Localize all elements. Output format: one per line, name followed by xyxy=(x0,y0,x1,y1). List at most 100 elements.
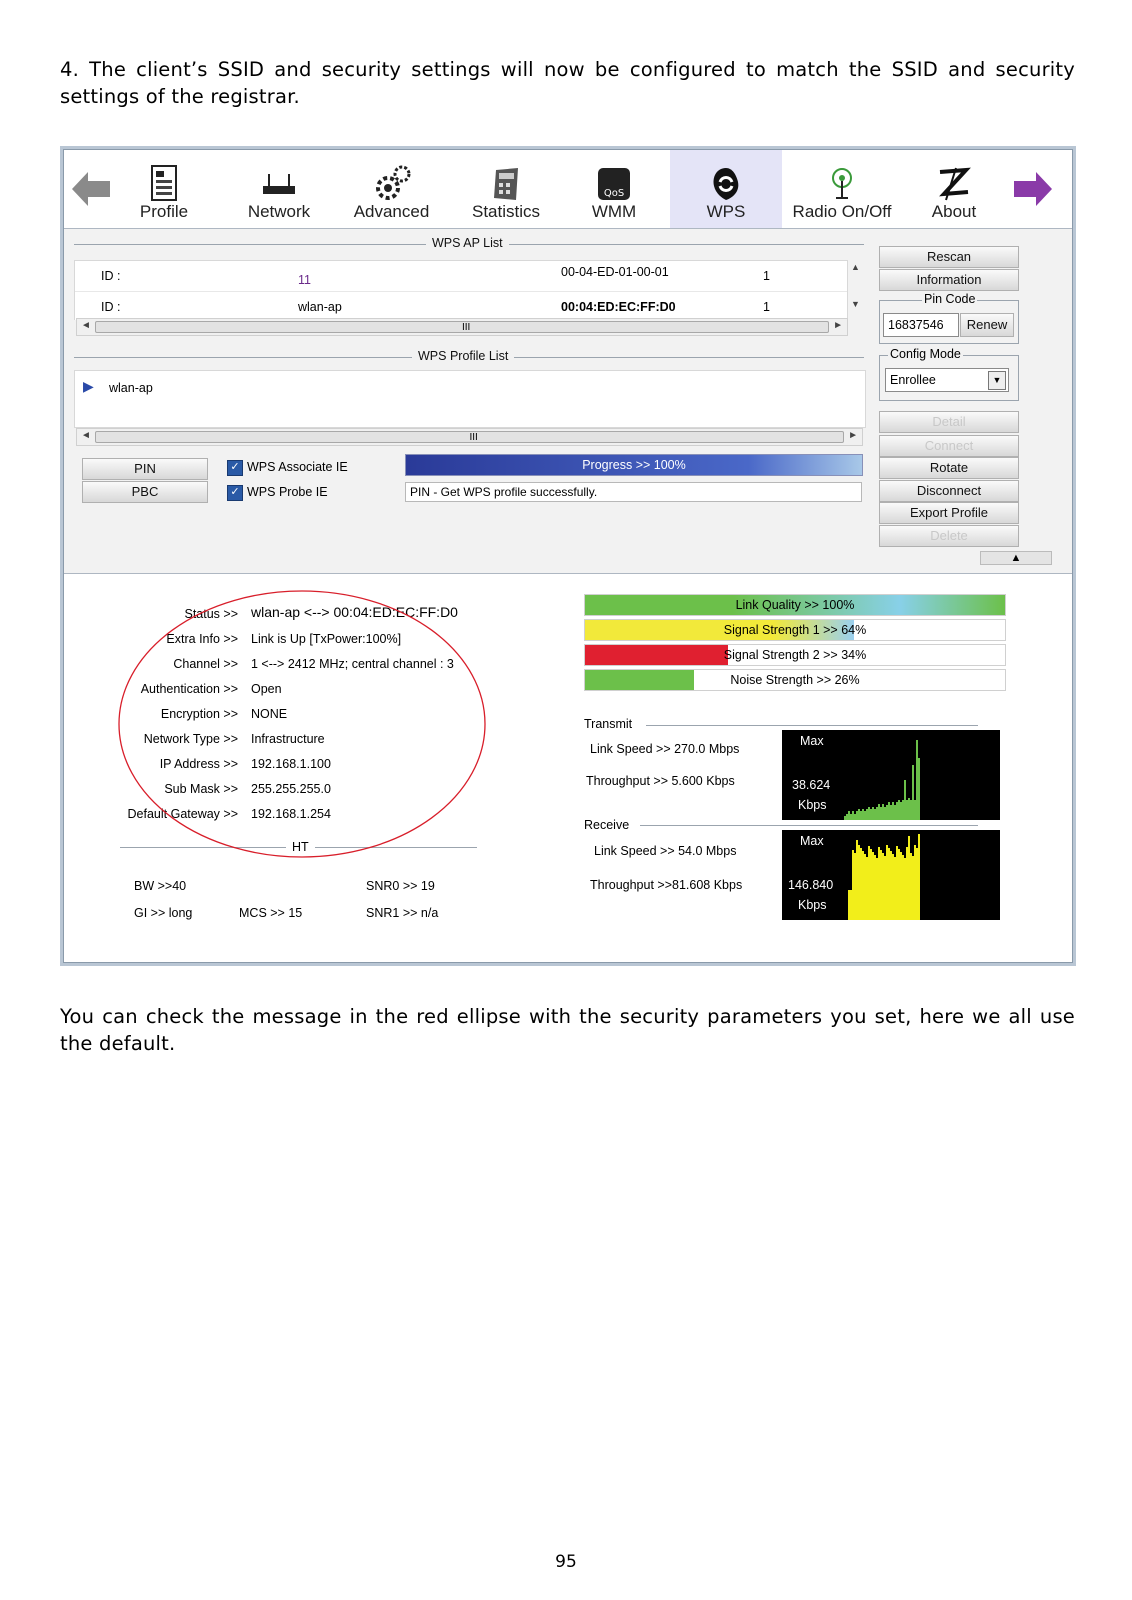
export-profile-button[interactable]: Export Profile xyxy=(879,502,1019,524)
tx-graph-bar xyxy=(892,802,894,820)
link-quality-bar: Link Quality >> 100% xyxy=(584,594,1006,616)
detail-button[interactable]: Detail xyxy=(879,411,1019,433)
rx-graph-bar xyxy=(896,846,898,920)
tab-radio[interactable]: Radio On/Off xyxy=(782,150,902,228)
list-item[interactable]: wlan-ap xyxy=(109,381,153,395)
collapse-arrow-icon[interactable]: ▲ xyxy=(980,551,1052,565)
information-button[interactable]: Information xyxy=(879,269,1019,291)
rx-graph-bar xyxy=(892,854,894,920)
about-logo-icon xyxy=(939,167,971,201)
signal-strength-1-bar: Signal Strength 1 >> 64% xyxy=(584,619,1006,641)
tx-graph-bar xyxy=(872,807,874,820)
tx-graph-bar xyxy=(850,814,852,820)
transmit-title: Transmit xyxy=(584,717,633,731)
rx-graph-bar xyxy=(906,847,908,920)
tab-statistics[interactable]: Statistics xyxy=(456,150,556,228)
scroll-up-icon[interactable]: ▲ xyxy=(851,262,860,272)
qos-icon: QoS xyxy=(598,168,630,200)
router-icon xyxy=(263,174,295,194)
rx-graph-bar xyxy=(858,845,860,920)
tab-about-label: About xyxy=(931,202,977,221)
rx-graph-bar xyxy=(872,852,874,920)
forward-arrow-icon[interactable] xyxy=(1008,164,1054,214)
rx-graph-bar xyxy=(902,855,904,920)
tx-graph-bar xyxy=(858,809,860,820)
rx-graph-bar xyxy=(866,857,868,920)
tab-statistics-label: Statistics xyxy=(471,202,541,221)
rescan-button[interactable]: Rescan xyxy=(879,246,1019,268)
connect-button[interactable]: Connect xyxy=(879,435,1019,457)
tx-graph-bar xyxy=(856,811,858,820)
wps-panel: WPS AP List ID : 11 00-04-ED-01-00-01 1 … xyxy=(64,229,1072,574)
receive-title: Receive xyxy=(584,818,630,832)
renew-button[interactable]: Renew xyxy=(960,313,1014,337)
tab-radio-label: Radio On/Off xyxy=(792,202,892,221)
tx-graph-bar xyxy=(898,800,900,820)
tx-graph-bar xyxy=(914,800,916,820)
probe-ie-checkbox[interactable]: ✓ xyxy=(227,485,243,501)
tab-wps-label: WPS xyxy=(706,202,746,221)
snr1-value: SNR1 >> n/a xyxy=(366,906,439,920)
tab-about[interactable]: About xyxy=(914,150,994,228)
config-mode-select[interactable]: Enrollee ▼ xyxy=(885,368,1009,392)
calculator-icon xyxy=(494,168,518,200)
wps-status-message: PIN - Get WPS profile successfully. xyxy=(405,482,862,502)
rotate-button[interactable]: Rotate xyxy=(879,457,1019,479)
tab-profile[interactable]: Profile xyxy=(124,150,204,228)
tx-graph-bar xyxy=(860,811,862,820)
tx-graph-bar xyxy=(912,765,914,820)
ap-list-title: WPS AP List xyxy=(426,236,509,250)
wireless-utility-window: Profile Network Advanced Statistics QoS … xyxy=(63,149,1073,963)
associate-ie-checkbox[interactable]: ✓ xyxy=(227,460,243,476)
rx-graph-bar xyxy=(888,848,890,920)
rx-graph-bar xyxy=(882,853,884,920)
tx-graph-bar xyxy=(896,802,898,820)
pin-code-group: Pin Code 16837546 Renew xyxy=(879,292,1019,344)
disconnect-button[interactable]: Disconnect xyxy=(879,480,1019,502)
delete-button[interactable]: Delete xyxy=(879,525,1019,547)
tx-graph-bar xyxy=(910,800,912,820)
ap-list: ID : 11 00-04-ED-01-00-01 1 ID : wlan-ap… xyxy=(74,260,848,320)
tx-graph-bar xyxy=(888,802,890,820)
tab-wmm[interactable]: QoS WMM xyxy=(574,150,654,228)
tx-graph-bar xyxy=(876,807,878,820)
bw-value: BW >>40 xyxy=(134,879,187,893)
table-row[interactable]: ID : wlan-ap 00:04:ED:EC:FF:D0 1 xyxy=(75,291,847,320)
rx-graph-bar xyxy=(910,853,912,920)
associate-ie-label: WPS Associate IE xyxy=(247,460,348,474)
table-row[interactable]: ID : 11 00-04-ED-01-00-01 1 xyxy=(75,261,847,289)
tab-wps[interactable]: WPS xyxy=(670,150,782,228)
tab-advanced[interactable]: Advanced xyxy=(344,150,439,228)
tx-graph-bar xyxy=(844,816,846,820)
rx-graph-bar xyxy=(904,858,906,920)
rx-graph-bar xyxy=(854,853,856,920)
red-ellipse-annotation xyxy=(118,590,486,858)
scroll-down-icon[interactable]: ▼ xyxy=(851,299,860,309)
config-mode-group: Config Mode Enrollee ▼ xyxy=(879,347,1019,401)
rx-graph-bar xyxy=(884,856,886,920)
mcs-value: MCS >> 15 xyxy=(239,906,303,920)
svg-text:QoS: QoS xyxy=(604,188,624,199)
tx-graph-bar xyxy=(906,800,908,820)
rx-link-speed: Link Speed >> 54.0 Mbps xyxy=(594,844,737,858)
tx-throughput: Throughput >> 5.600 Kbps xyxy=(586,774,735,788)
tab-network[interactable]: Network xyxy=(234,150,324,228)
tx-graph-bar xyxy=(890,805,892,820)
tx-graph-bar xyxy=(882,804,884,820)
tx-graph-bar xyxy=(848,811,850,820)
snr0-value: SNR0 >> 19 xyxy=(366,879,435,893)
toolbar: Profile Network Advanced Statistics QoS … xyxy=(64,150,1072,229)
rx-graph-bar xyxy=(850,890,852,920)
profile-list-scrollbar[interactable]: ◄ III ► xyxy=(76,428,863,446)
tx-graph-bar xyxy=(880,807,882,820)
tx-graph-bar xyxy=(908,798,910,820)
chevron-down-icon[interactable]: ▼ xyxy=(988,371,1006,390)
pin-button[interactable]: PIN xyxy=(82,458,208,480)
rx-graph-bar xyxy=(886,845,888,920)
ap-list-scrollbar[interactable]: ◄ III ► xyxy=(76,318,848,336)
config-mode-label: Config Mode xyxy=(888,347,963,361)
pbc-button[interactable]: PBC xyxy=(82,481,208,503)
back-arrow-icon[interactable] xyxy=(70,164,116,214)
pin-code-field[interactable]: 16837546 xyxy=(883,313,959,337)
tab-wmm-label: WMM xyxy=(591,202,637,221)
